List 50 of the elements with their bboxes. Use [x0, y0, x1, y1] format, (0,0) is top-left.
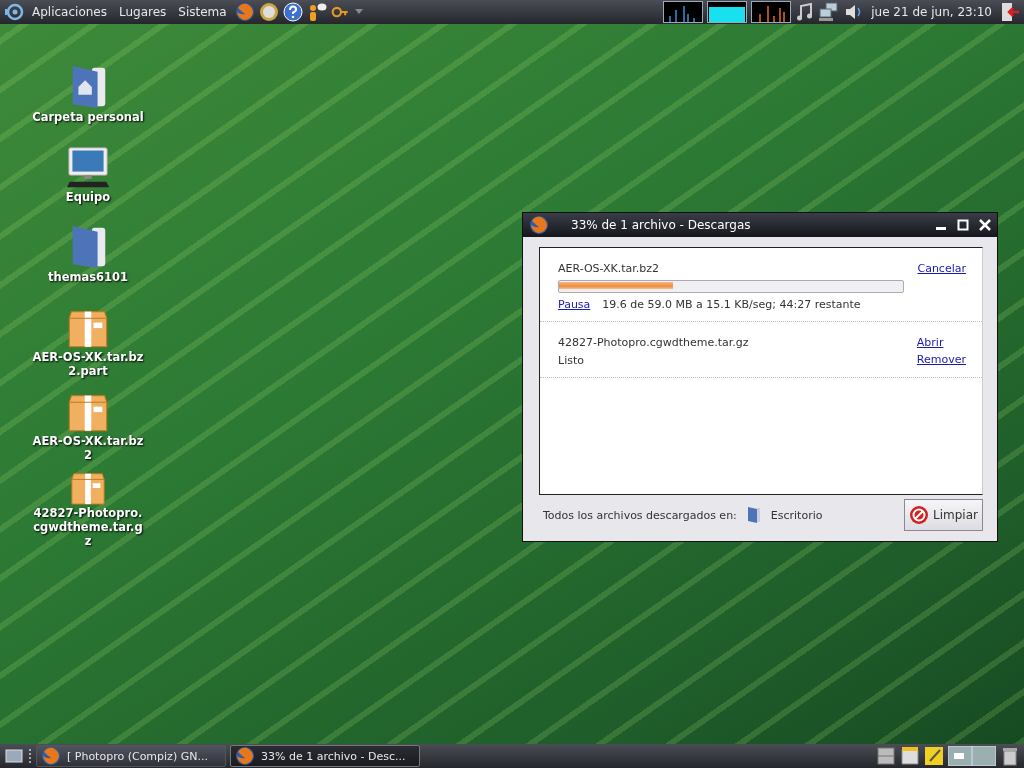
desktop-icon-label[interactable]: AER-OS-XK.tar.bz2: [32, 434, 144, 462]
action-link[interactable]: Cancelar: [917, 262, 966, 275]
no-entry-icon: [909, 505, 930, 525]
caret-icon[interactable]: [354, 9, 363, 15]
taskbar-button[interactable]: [ Photopro (Compiz) GN...: [36, 745, 226, 767]
panel-menu[interactable]: Lugares: [114, 5, 171, 19]
workspace-switcher[interactable]: [948, 746, 996, 766]
desktop-icon-label[interactable]: 42827-Photopro.cgwdtheme.tar.gz: [32, 506, 144, 548]
logout-icon[interactable]: [1000, 2, 1020, 22]
network-icon[interactable]: [819, 2, 840, 22]
close-icon[interactable]: [979, 219, 991, 231]
firefox-icon[interactable]: [234, 2, 255, 22]
book-icon[interactable]: [900, 746, 920, 766]
taskbar-button[interactable]: 33% de 1 archivo - Desc...: [230, 745, 420, 767]
clear-button[interactable]: Limpiar: [904, 499, 983, 531]
note-pencil-icon[interactable]: [924, 746, 944, 766]
help-icon[interactable]: [282, 2, 303, 22]
desktop-icon-label[interactable]: AER-OS-XK.tar.bz2.part: [32, 350, 144, 378]
firefox-icon: [529, 215, 549, 235]
pause-link[interactable]: Pausa: [558, 298, 591, 311]
foot-logo-icon[interactable]: [4, 2, 24, 22]
memory-graph-icon: [707, 1, 748, 23]
download-status: 19.6 de 59.0 MB a 15.1 KB/seg; 44:27 restante: [602, 298, 861, 311]
panel-handle-icon[interactable]: [28, 748, 32, 764]
cpu-graph-icon: [663, 1, 704, 23]
desktop-icon-label[interactable]: Carpeta personal: [32, 110, 144, 124]
file-name: 42827-Photopro.cgwdtheme.tar.gz: [558, 336, 750, 349]
maximize-icon[interactable]: [957, 219, 969, 231]
file-name: AER-OS-XK.tar.bz2: [558, 262, 661, 275]
download-status: Listo: [558, 354, 585, 367]
network-graph-icon: [751, 1, 792, 23]
computer-icon[interactable]: [66, 144, 110, 190]
task-label: 33% de 1 archivo - Desc...: [261, 749, 406, 763]
folder-name[interactable]: Escritorio: [770, 508, 823, 522]
desktop-icon-label[interactable]: themas6101: [32, 270, 144, 284]
action-link[interactable]: Abrir: [916, 336, 944, 349]
window-title: 33% de 1 archivo - Descargas: [570, 218, 752, 232]
footer-label: Todos los archivos descargados en:: [543, 508, 737, 522]
firefox-icon: [41, 746, 61, 766]
firefox-icon: [235, 746, 255, 766]
show-desktop-icon[interactable]: [4, 746, 24, 766]
desktop-icon-label[interactable]: Equipo: [32, 190, 144, 204]
folder-icon: [746, 506, 761, 524]
panel-menu[interactable]: Sistema: [174, 5, 231, 19]
trash-icon[interactable]: [1000, 746, 1020, 766]
clock[interactable]: jue 21 de jun, 23:10: [867, 5, 996, 19]
panel-menu[interactable]: Aplicaciones: [28, 5, 111, 19]
cabinet-icon[interactable]: [876, 746, 896, 766]
task-label: [ Photopro (Compiz) GN...: [67, 749, 208, 763]
action-link[interactable]: Remover: [916, 353, 966, 366]
